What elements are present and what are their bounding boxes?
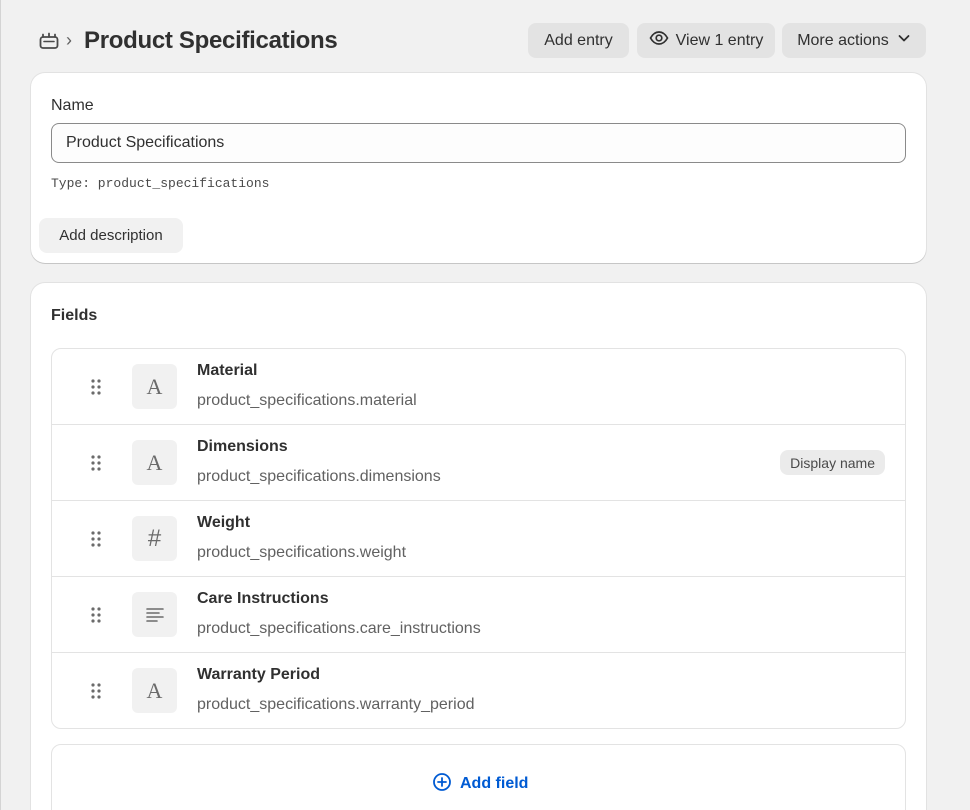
field-name: Warranty Period — [197, 666, 320, 683]
text-icon: A — [132, 668, 177, 713]
add-entry-label: Add entry — [544, 31, 613, 49]
field-row[interactable]: # Weight product_specifications.weight — [52, 501, 905, 577]
field-key: product_specifications.dimensions — [197, 468, 441, 485]
add-field-button[interactable]: Add field — [432, 772, 528, 796]
plus-circle-icon — [432, 772, 460, 797]
name-input-value: Product Specifications — [66, 134, 225, 151]
left-divider — [0, 0, 1, 810]
field-row[interactable]: A Warranty Period product_specifications… — [52, 653, 905, 728]
drag-handle-icon[interactable] — [90, 454, 102, 472]
name-card: Name Product Specifications Type: produc… — [31, 73, 926, 263]
field-name: Dimensions — [197, 438, 288, 455]
view-entry-button[interactable]: View 1 entry — [637, 23, 775, 58]
field-row[interactable]: A Dimensions product_specifications.dime… — [52, 425, 905, 501]
drag-handle-icon[interactable] — [90, 378, 102, 396]
more-actions-label: More actions — [797, 31, 889, 49]
more-actions-button[interactable]: More actions — [782, 23, 926, 58]
display-name-badge: Display name — [780, 450, 885, 475]
drag-handle-icon[interactable] — [90, 606, 102, 624]
number-icon: # — [132, 516, 177, 561]
fields-card: Fields A Material product_specifications… — [31, 283, 926, 810]
add-field-label: Add field — [460, 775, 529, 792]
metaobject-icon[interactable] — [38, 30, 60, 52]
field-key: product_specifications.weight — [197, 544, 407, 561]
fields-title: Fields — [51, 307, 98, 324]
name-input[interactable]: Product Specifications — [51, 123, 906, 163]
drag-handle-icon[interactable] — [90, 682, 102, 700]
view-entry-label: View 1 entry — [675, 31, 764, 49]
field-row[interactable]: Care Instructions product_specifications… — [52, 577, 905, 653]
field-key: product_specifications.care_instructions — [197, 620, 481, 637]
chevron-down-icon — [889, 31, 911, 50]
breadcrumb-chevron-icon: › — [66, 30, 72, 50]
drag-handle-icon[interactable] — [90, 530, 102, 548]
type-identifier: Type: product_specifications — [51, 176, 270, 191]
field-key: product_specifications.warranty_period — [197, 696, 475, 713]
add-description-button[interactable]: Add description — [39, 218, 183, 253]
add-field-area: Add field — [51, 744, 906, 810]
field-row[interactable]: A Material product_specifications.materi… — [52, 349, 905, 425]
text-icon: A — [132, 364, 177, 409]
text-icon: A — [132, 440, 177, 485]
field-name: Material — [197, 362, 258, 379]
field-name: Care Instructions — [197, 590, 329, 607]
page-title: Product Specifications — [84, 27, 338, 54]
page-header: › Product Specifications Add entry View … — [0, 0, 970, 82]
multiline-text-icon — [132, 592, 177, 637]
eye-icon — [649, 28, 676, 53]
add-entry-button[interactable]: Add entry — [528, 23, 629, 58]
name-label: Name — [51, 97, 94, 114]
field-name: Weight — [197, 514, 251, 531]
field-key: product_specifications.material — [197, 392, 417, 409]
fields-list: A Material product_specifications.materi… — [51, 348, 906, 729]
